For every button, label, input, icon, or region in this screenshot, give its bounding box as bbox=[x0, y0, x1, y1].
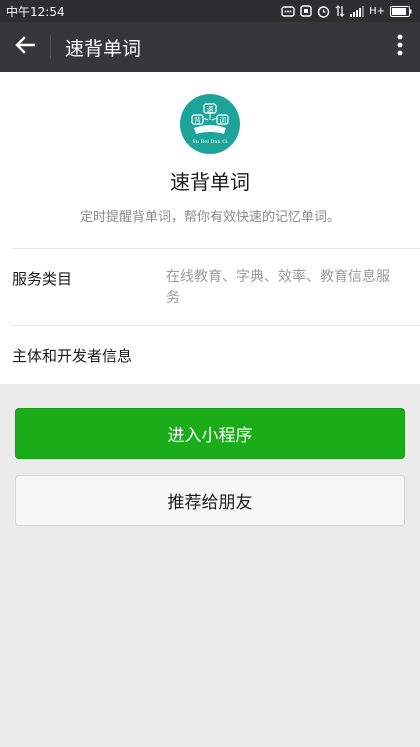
status-time: 中午12:54 bbox=[6, 4, 65, 19]
network-type: H+ bbox=[369, 5, 385, 17]
arrow-left-icon bbox=[15, 36, 36, 58]
logo-text-top: 速 bbox=[207, 106, 214, 114]
battery-icon bbox=[390, 4, 412, 18]
logo-text-left: 背 bbox=[194, 116, 201, 125]
app-logo: 速 背 词 Su Bei Dan Ci bbox=[180, 94, 240, 154]
recommend-to-friend-button[interactable]: 推荐给朋友 bbox=[15, 475, 405, 526]
more-vertical-icon bbox=[397, 34, 403, 60]
divider bbox=[12, 325, 420, 326]
data-transfer-icon bbox=[335, 4, 345, 18]
sync-icon bbox=[281, 4, 295, 18]
notification-icon bbox=[300, 4, 312, 18]
service-category-value: 在线教育、字典、效率、教育信息服务 bbox=[166, 269, 390, 306]
signal-icon bbox=[350, 4, 365, 18]
page-title: 速背单词 bbox=[65, 37, 142, 60]
enter-mini-program-button[interactable]: 进入小程序 bbox=[15, 408, 405, 459]
logo-text-right: 词 bbox=[219, 117, 226, 125]
mini-program-profile: 速 背 词 Su Bei Dan Ci 速背单词 定时提醒背单词，帮你有效快速的… bbox=[0, 72, 420, 384]
app-bar: 速背单词 bbox=[0, 22, 420, 72]
alarm-icon bbox=[317, 4, 330, 18]
appbar-divider bbox=[50, 35, 51, 59]
divider bbox=[12, 248, 420, 249]
app-description: 定时提醒背单词，帮你有效快速的记忆单词。 bbox=[79, 210, 340, 225]
app-name: 速背单词 bbox=[170, 170, 250, 194]
developer-info-link[interactable]: 主体和开发者信息 bbox=[12, 345, 132, 366]
logo-caption: Su Bei Dan Ci bbox=[192, 139, 228, 145]
status-bar: 中午12:54 H+ bbox=[0, 0, 420, 22]
back-button[interactable] bbox=[0, 22, 50, 72]
service-category-label: 服务类目 bbox=[12, 270, 73, 288]
more-button[interactable] bbox=[380, 22, 420, 72]
status-icons: H+ bbox=[281, 4, 412, 18]
